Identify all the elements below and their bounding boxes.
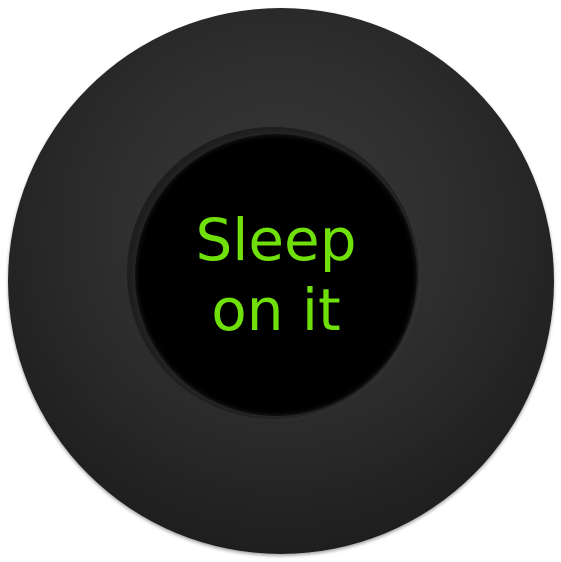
answer-line-2: on it (211, 276, 341, 344)
magic-8-ball-stage: Sleep on it (0, 0, 561, 562)
answer-line-1: Sleep (195, 206, 357, 274)
answer-text: Sleep on it (135, 134, 417, 416)
